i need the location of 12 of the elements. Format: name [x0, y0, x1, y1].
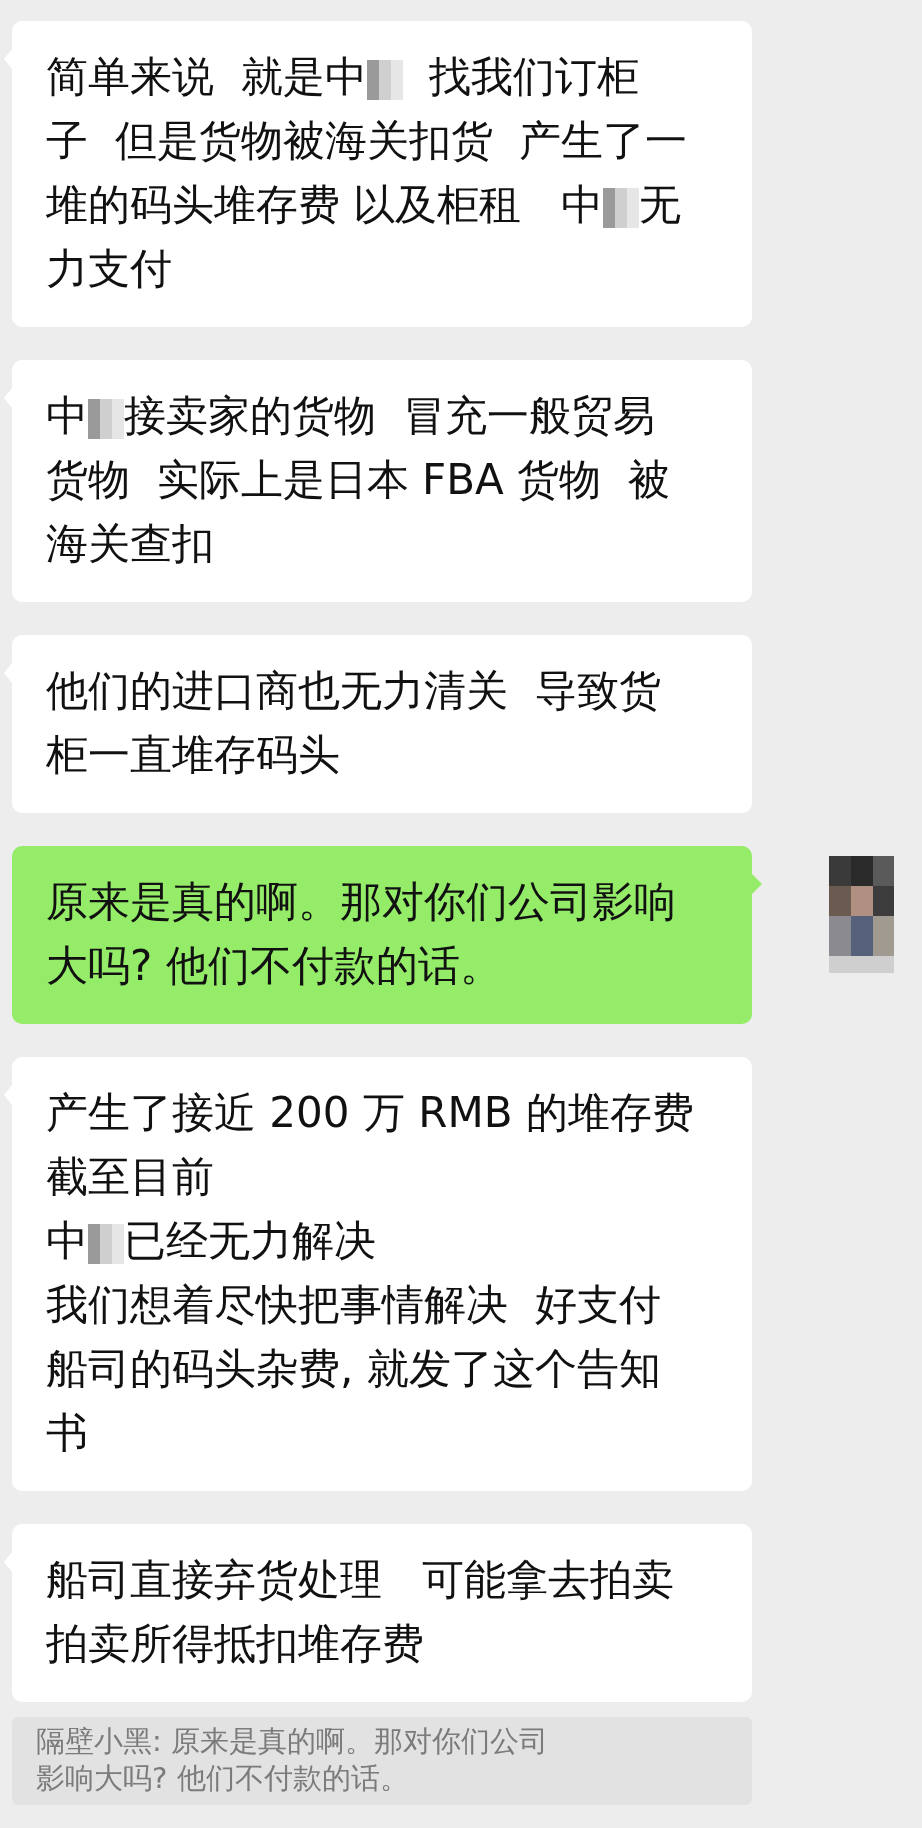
sent-message-bubble: 原来是真的啊。那对你们公司影响 大吗? 他们不付款的话。: [12, 846, 752, 1024]
mosaic-blur: [88, 1223, 124, 1264]
received-message-bubble: 简单来说 就是中 找我们订柜 子 但是货物被海关扣货 产生了一 堆的码头堆存费 以及柜租 中 无 力支付: [12, 21, 752, 327]
received-message-bubble: 他们的进口商也无力清关 导致货 柜一直堆存码头: [12, 635, 752, 813]
received-message-bubble: 产生了接近 200 万 RMB 的堆存费 截至目前 中 已经无力解决 我们想着尽快把事情解决 好支付 船司的码头杂费, 就发了这个告知 书: [12, 1057, 752, 1491]
received-message-bubble: 船司直接弃货处理 可能拿去拍卖 拍卖所得抵扣堆存费: [12, 1524, 752, 1702]
quoted-message: 隔壁小黑: 原来是真的啊。那对你们公司 影响大吗? 他们不付款的话。: [12, 1717, 752, 1805]
mosaic-blur: [603, 187, 640, 228]
received-message-bubble: 中 接卖家的货物 冒充一般贸易 货物 实际上是日本 FBA 货物 被 海关查扣: [12, 360, 752, 602]
mosaic-blur: [366, 59, 403, 100]
mosaic-blur: [88, 398, 124, 439]
bubble-tail: [752, 874, 762, 894]
